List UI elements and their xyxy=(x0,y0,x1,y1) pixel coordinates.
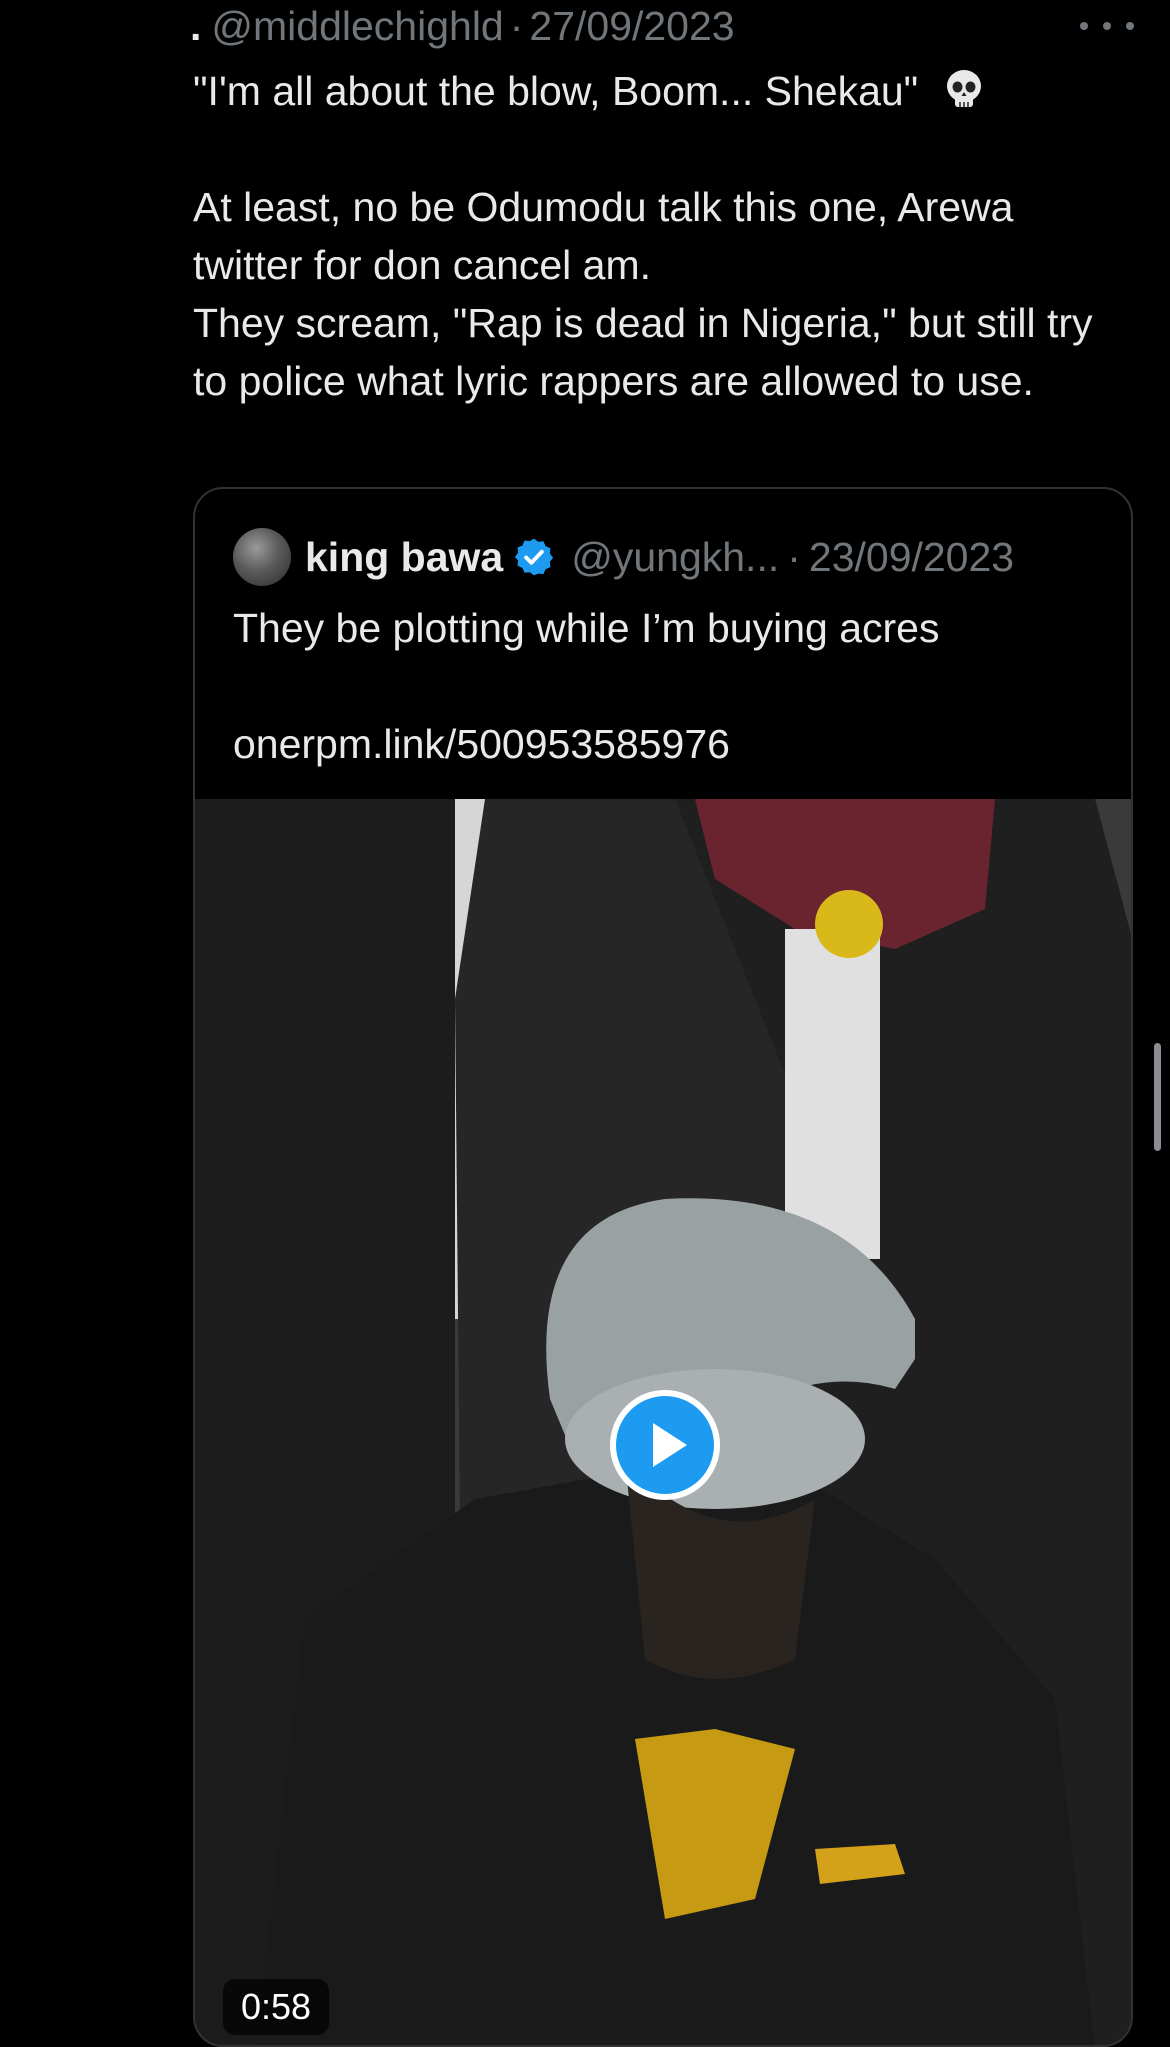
tweet-date[interactable]: 27/09/2023 xyxy=(529,3,734,50)
quoted-text-link[interactable]: onerpm.link/500953585976 xyxy=(233,715,1093,773)
avatar[interactable] xyxy=(233,528,291,586)
author-handle[interactable]: @middlechighld xyxy=(211,3,503,50)
quoted-text-spacer xyxy=(233,657,1093,715)
quoted-header-separator: · xyxy=(787,533,801,580)
tweet-text-line-1: "I'm all about the blow, Boom... Shekau" xyxy=(193,68,919,114)
quoted-tweet-card[interactable]: king bawa @yungkh... · 23/09/2023 They b… xyxy=(193,487,1133,2047)
more-dot-icon xyxy=(1126,22,1134,30)
tweet-text-spacer xyxy=(193,120,1123,178)
skull-icon xyxy=(946,70,981,107)
quoted-tweet-header: king bawa @yungkh... · 23/09/2023 xyxy=(233,527,1014,587)
play-icon[interactable] xyxy=(607,1387,723,1503)
tweet-text-line: "I'm all about the blow, Boom... Shekau" xyxy=(193,62,1123,120)
tweet-text: "I'm all about the blow, Boom... Shekau"… xyxy=(193,62,1123,410)
scrollbar[interactable] xyxy=(1154,1043,1161,1151)
video-duration-badge: 0:58 xyxy=(223,1979,330,2035)
tweet-text-line-3: At least, no be Odumodu talk this one, A… xyxy=(193,184,1014,288)
quoted-text-line-1: They be plotting while I’m buying acres xyxy=(233,605,940,651)
author-display-name[interactable]: . xyxy=(190,3,201,50)
video-player[interactable]: 0:58 xyxy=(195,799,1131,2045)
tweet-text-line-4: They scream, "Rap is dead in Nigeria," b… xyxy=(193,300,1093,404)
more-options-button[interactable] xyxy=(1080,4,1134,48)
quoted-author-handle[interactable]: @yungkh... xyxy=(571,534,779,581)
more-dot-icon xyxy=(1080,22,1088,30)
tweet-header: . @middlechighld · 27/09/2023 xyxy=(190,0,735,52)
header-separator: · xyxy=(509,2,524,49)
quoted-tweet-text: They be plotting while I’m buying acres … xyxy=(233,599,1093,773)
more-dot-icon xyxy=(1103,22,1111,30)
verified-badge-icon xyxy=(515,538,554,576)
tweet[interactable]: . @middlechighld · 27/09/2023 "I'm all a… xyxy=(0,0,1170,2047)
quoted-author-display-name[interactable]: king bawa xyxy=(305,534,503,581)
quoted-tweet-date[interactable]: 23/09/2023 xyxy=(809,534,1014,581)
